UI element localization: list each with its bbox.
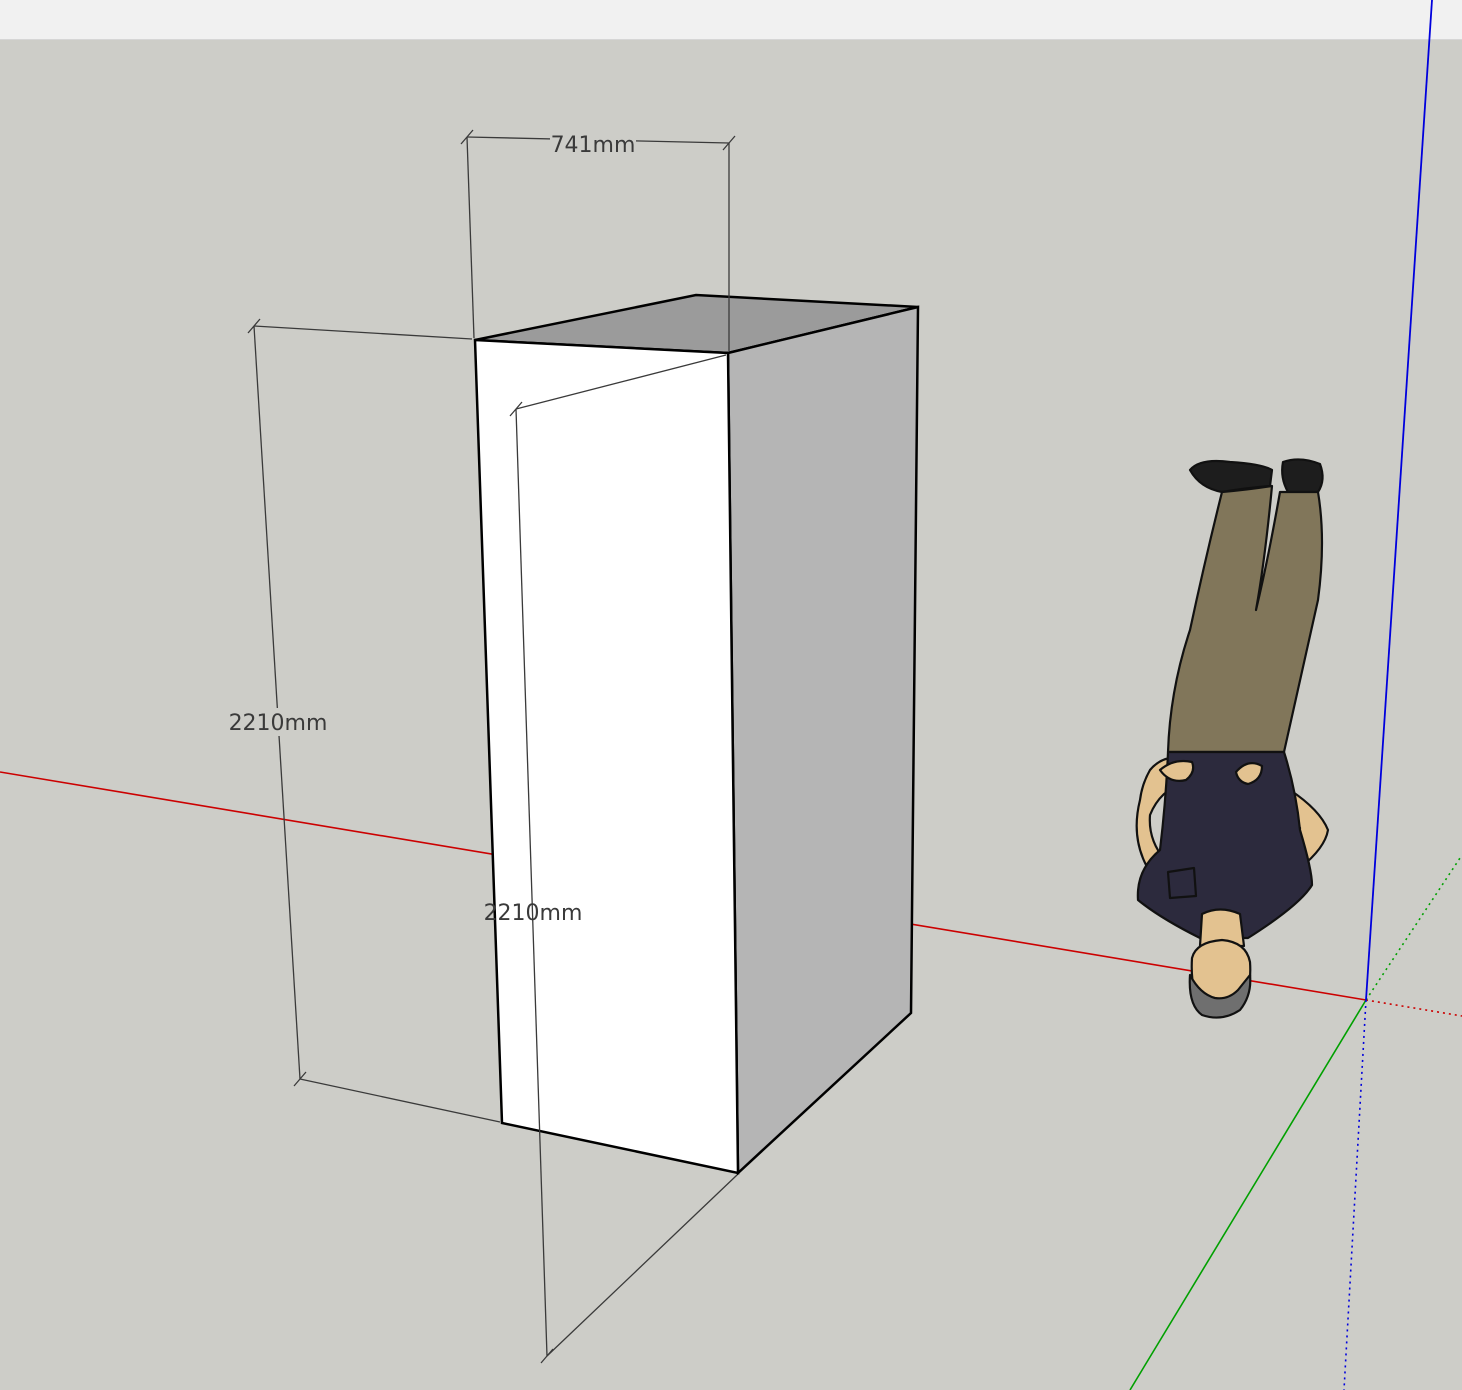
dimension-height-left-label: 2210mm — [229, 711, 328, 736]
figure-pants — [1166, 484, 1324, 754]
blue-axis-line — [1365, 0, 1433, 1001]
red-axis-dotted — [1365, 999, 1462, 1017]
green-axis-dotted — [1365, 854, 1462, 1001]
scale-figure[interactable] — [1135, 458, 1330, 1019]
sketchup-window: 741mm 2210mm 2210mm — [0, 0, 1462, 1390]
green-axis-line — [1129, 999, 1367, 1390]
blue-axis-dotted — [1343, 999, 1367, 1390]
box-model[interactable] — [473, 293, 920, 1176]
dimension-height-inner-label: 2210mm — [484, 901, 583, 926]
dimension-width-label: 741mm — [551, 133, 636, 158]
figure-pocket — [1166, 866, 1198, 900]
3d-scene[interactable]: 741mm 2210mm 2210mm — [0, 0, 1462, 1390]
box-right-face — [726, 305, 920, 1176]
box-front-face — [473, 338, 740, 1175]
figure-right-shoe — [1281, 458, 1324, 494]
